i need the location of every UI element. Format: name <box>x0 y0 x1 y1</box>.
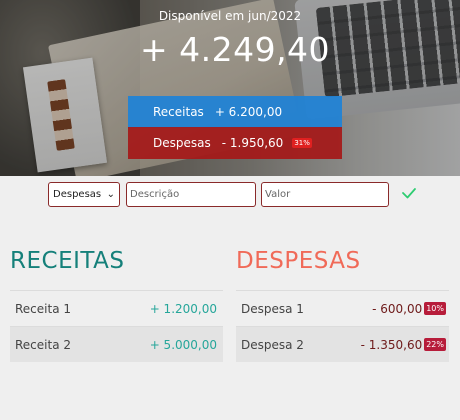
description-input[interactable] <box>126 182 256 207</box>
item-amount: + 1.200,00 <box>149 301 217 316</box>
item-amount: - 1.350,60 <box>360 337 423 352</box>
list-item[interactable]: Despesa 1 - 600,00 10% <box>236 290 449 326</box>
value-input[interactable] <box>261 182 389 207</box>
list-item[interactable]: Receita 2 + 5.000,00 <box>10 326 223 362</box>
header-hero: Disponível em jun/2022 + 4.249,40 Receit… <box>0 0 460 176</box>
item-amount: - 600,00 <box>372 301 423 316</box>
despesas-summary-label: Despesas <box>153 136 211 150</box>
despesas-list: Despesa 1 - 600,00 10% Despesa 2 - 1.350… <box>236 290 449 362</box>
despesas-summary-amount: - 1.950,60 <box>221 136 284 150</box>
receitas-section-title: RECEITAS <box>10 248 125 274</box>
type-select-value: Despesas <box>53 189 102 200</box>
confirm-button[interactable] <box>401 184 417 202</box>
chevron-down-icon: ⌄ <box>106 189 115 200</box>
despesas-summary-bar: Despesas - 1.950,60 31% <box>128 127 342 159</box>
percent-badge: 10% <box>424 302 446 315</box>
available-month-title: Disponível em jun/2022 <box>158 9 302 23</box>
check-icon <box>402 188 416 199</box>
item-name: Despesa 1 <box>241 301 304 316</box>
item-name: Receita 2 <box>15 337 72 352</box>
item-amount: + 5.000,00 <box>149 337 217 352</box>
receitas-summary-amount: + 6.200,00 <box>214 105 283 119</box>
item-name: Despesa 2 <box>241 337 304 352</box>
receitas-list: Receita 1 + 1.200,00 Receita 2 + 5.000,0… <box>10 290 223 362</box>
list-item[interactable]: Despesa 2 - 1.350,60 22% <box>236 326 449 362</box>
available-balance: + 4.249,40 <box>139 30 331 69</box>
despesas-section-title: DESPESAS <box>236 248 361 274</box>
type-select[interactable]: Despesas ⌄ <box>48 182 120 207</box>
despesas-summary-percent-badge: 31% <box>292 138 312 148</box>
receitas-summary-label: Receitas <box>153 105 204 119</box>
percent-badge: 22% <box>424 338 446 351</box>
list-item[interactable]: Receita 1 + 1.200,00 <box>10 290 223 326</box>
item-name: Receita 1 <box>15 301 72 316</box>
receitas-summary-bar: Receitas + 6.200,00 <box>128 96 342 128</box>
